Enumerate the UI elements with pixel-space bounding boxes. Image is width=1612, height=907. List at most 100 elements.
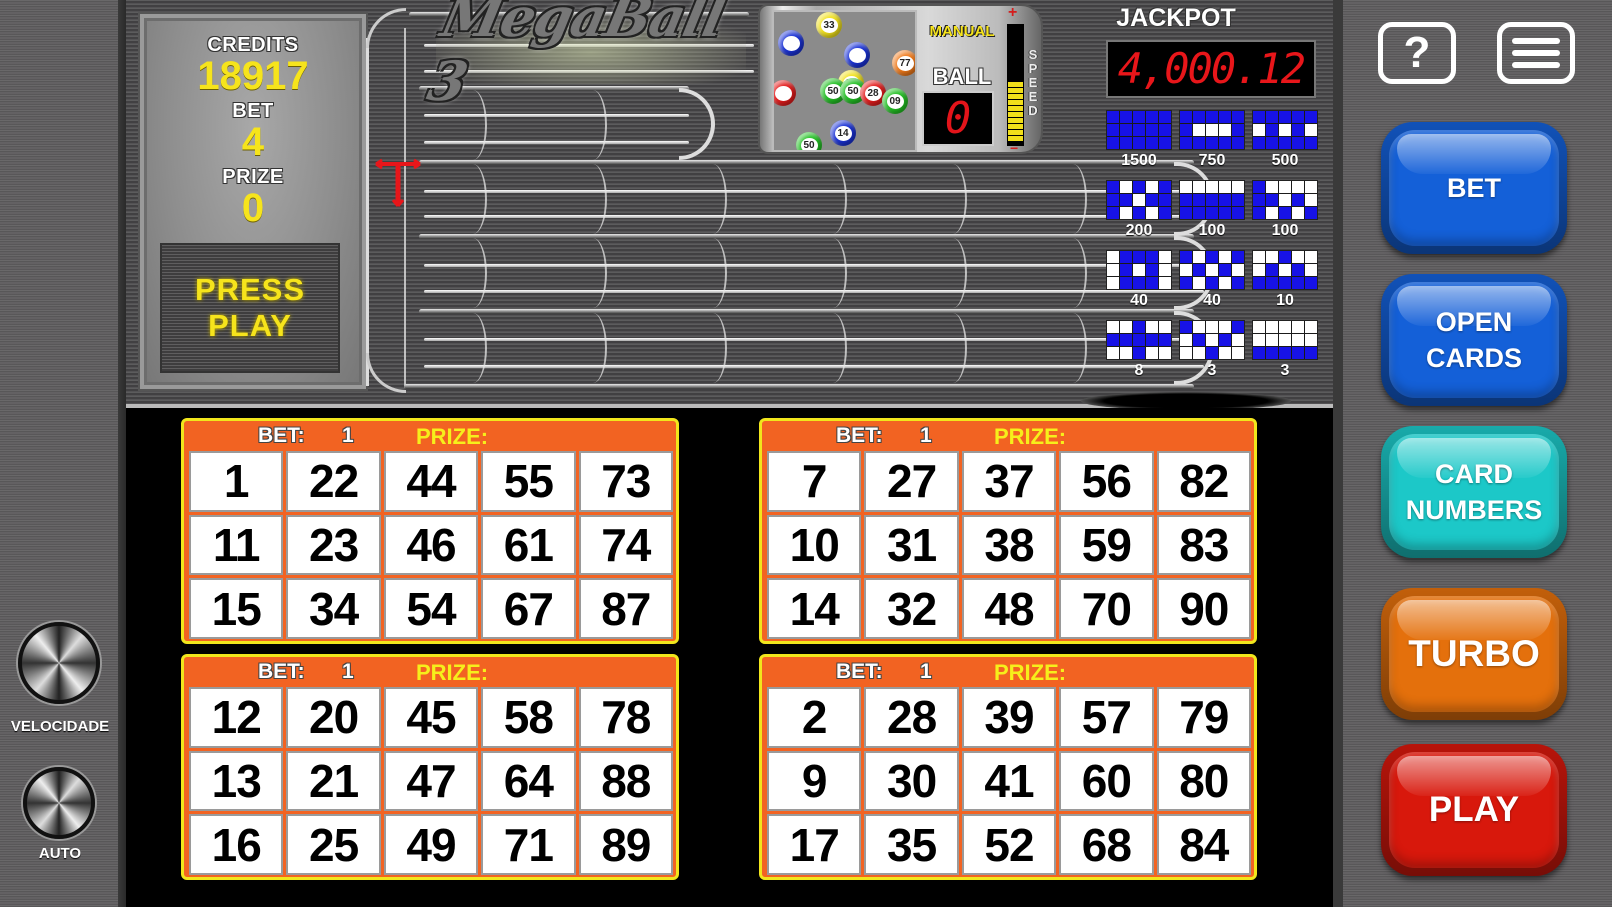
paytable-prize: 100	[1198, 222, 1226, 239]
card-number-cell: 11	[189, 514, 284, 576]
paytable-cell	[1292, 111, 1304, 123]
bingo-card[interactable]: BET: 1 PRIZE: 2 28 39 57 79 9 30 41 60 80 17 35 52 68 84	[759, 654, 1257, 880]
card-number-cell: 10	[767, 514, 862, 576]
card-numbers-line1: CARD	[1434, 459, 1513, 489]
track-rail	[419, 160, 1194, 165]
paytable-cell	[1279, 264, 1291, 276]
track-arc	[1059, 238, 1087, 308]
paytable-cell	[1180, 251, 1192, 263]
paytable-cell	[1180, 124, 1192, 136]
bingo-card[interactable]: BET: 1 PRIZE: 12 20 45 58 78 13 21 47 64 88 16 25 49 71 8…	[181, 654, 679, 880]
track-rail	[424, 190, 1204, 193]
turbo-button[interactable]: TURBO	[1381, 588, 1567, 720]
paytable-cell	[1305, 194, 1317, 206]
paytable-cell	[1253, 137, 1265, 149]
card-numbers-button[interactable]: CARD NUMBERS	[1381, 426, 1567, 558]
paytable-cell	[1120, 321, 1132, 333]
paytable-prize: 10	[1276, 292, 1294, 309]
paytable-cell	[1146, 111, 1158, 123]
paytable-pattern: 1500	[1106, 110, 1172, 170]
card-number-cell: 25	[286, 814, 381, 875]
paytable-cell	[1219, 137, 1231, 149]
card-bet-value: 1	[342, 660, 354, 683]
card-number-cell: 87	[578, 578, 673, 639]
paytable-cell	[1206, 264, 1218, 276]
help-button[interactable]: ?	[1378, 22, 1456, 84]
paytable-cell	[1305, 111, 1317, 123]
card-bet-label: BET:	[258, 660, 305, 683]
card-number-cell: 12	[189, 687, 284, 748]
track-arc	[939, 313, 967, 383]
paytable-cell	[1180, 321, 1192, 333]
play-button[interactable]: PLAY	[1381, 744, 1567, 876]
card-number-cell: 35	[864, 814, 959, 875]
card-number-cell: 74	[578, 514, 673, 576]
speed-segment	[1008, 100, 1023, 105]
paytable-cell	[1159, 264, 1171, 276]
card-prize-label: PRIZE:	[994, 424, 1067, 449]
mode-label[interactable]: MANUAL	[922, 23, 1002, 40]
track-arc	[939, 238, 967, 308]
press-play-line2: PLAY	[208, 308, 292, 343]
card-number-cell: 88	[578, 750, 673, 812]
paytable-cell	[1253, 264, 1265, 276]
paytable-cell	[1219, 251, 1231, 263]
ball-number: 77	[896, 55, 914, 71]
card-bet-value: 1	[342, 424, 354, 447]
paytable-cell	[1279, 207, 1291, 219]
bingo-card[interactable]: BET: 1 PRIZE: 7 27 37 56 82 10 31 38 59 83 14 32 48 70 90	[759, 418, 1257, 644]
auto-knob[interactable]	[23, 767, 95, 839]
paytable-cell	[1107, 194, 1119, 206]
paytable-prize: 8	[1134, 362, 1144, 379]
paytable-cell	[1279, 194, 1291, 206]
paytable-cell	[1305, 137, 1317, 149]
speed-segment	[1008, 94, 1023, 99]
ball-number	[774, 85, 792, 101]
speed-knob[interactable]	[18, 622, 100, 704]
paytable-cell	[1193, 194, 1205, 206]
ball-number: 28	[864, 85, 882, 101]
ball-number: 33	[820, 17, 838, 33]
track-arc	[579, 164, 607, 234]
paytable-pattern: 40	[1106, 250, 1172, 310]
paytable-cell	[1232, 251, 1244, 263]
ball-number: 09	[886, 93, 904, 109]
track-arc	[699, 164, 727, 234]
card-number-cell: 9	[767, 750, 862, 812]
paytable-cell	[1219, 277, 1231, 289]
ball-number: 50	[800, 137, 818, 150]
open-cards-button[interactable]: OPEN CARDS	[1381, 274, 1567, 406]
paytable-cell	[1206, 207, 1218, 219]
open-cards-button-label: OPEN CARDS	[1426, 304, 1522, 376]
speed-minus-icon[interactable]: −	[1010, 140, 1018, 156]
card-number-cell: 37	[961, 451, 1057, 512]
paytable-cell	[1107, 334, 1119, 346]
paytable-cell	[1219, 321, 1231, 333]
card-number-cell: 39	[961, 687, 1057, 748]
paytable-cell	[1292, 264, 1304, 276]
paytable-cell	[1232, 124, 1244, 136]
card-number-cell: 71	[481, 814, 576, 875]
card-number-cell: 1	[189, 451, 284, 512]
speed-knob-label: VELOCIDADE	[10, 718, 110, 735]
paytable-pattern-grid	[1106, 250, 1172, 290]
card-number-cell: 48	[961, 578, 1057, 639]
speed-plus-icon[interactable]: +	[1008, 4, 1017, 22]
paytable-prize: 750	[1198, 152, 1226, 169]
bingo-cards-area: BET: 1 PRIZE: 1 22 44 55 73 11 23 46 61 74 15 34 54 67 87…	[126, 408, 1333, 907]
bingo-card[interactable]: BET: 1 PRIZE: 1 22 44 55 73 11 23 46 61 74 15 34 54 67 87	[181, 418, 679, 644]
menu-button[interactable]	[1497, 22, 1575, 84]
paytable-pattern: 40	[1179, 250, 1245, 310]
paytable-cell	[1120, 334, 1132, 346]
bet-button[interactable]: BET	[1381, 122, 1567, 254]
paytable-pattern-grid	[1106, 320, 1172, 360]
paytable-cell	[1146, 181, 1158, 193]
card-number-cell: 32	[864, 578, 959, 639]
bet-button-label: BET	[1447, 173, 1501, 203]
speed-meter[interactable]	[1007, 24, 1024, 146]
card-number-cell: 64	[481, 750, 576, 812]
paytable-cell	[1305, 321, 1317, 333]
paytable-cell	[1120, 264, 1132, 276]
paytable-pattern-grid	[1252, 180, 1318, 220]
auto-knob-label: AUTO	[38, 845, 82, 862]
